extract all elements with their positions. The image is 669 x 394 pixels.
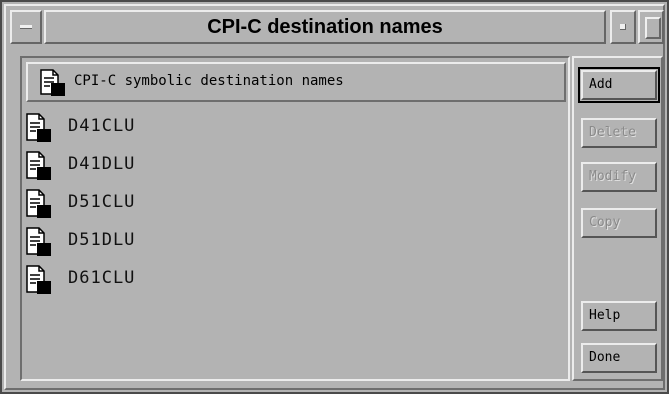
destination-list-pane: CPI-C symbolic destination names D41CLU [20, 56, 570, 381]
list-item[interactable]: D41DLU [22, 146, 568, 184]
document-icon [24, 112, 54, 144]
dialog-window: CPI-C destination names CPI-C symbolic d… [0, 0, 669, 394]
list-item-label: D61CLU [68, 268, 136, 288]
list-item-label: D51DLU [68, 230, 136, 250]
maximize-button[interactable] [638, 10, 664, 44]
list-header-label: CPI-C symbolic destination names [74, 73, 344, 89]
list-item-label: D51CLU [68, 192, 136, 212]
document-icon [38, 68, 68, 98]
list-header[interactable]: CPI-C symbolic destination names [26, 62, 566, 102]
document-icon [24, 188, 54, 220]
done-button[interactable]: Done [581, 343, 657, 373]
list-item[interactable]: D61CLU [22, 260, 568, 298]
document-icon [24, 264, 54, 296]
document-icon [24, 226, 54, 258]
maximize-icon [645, 17, 661, 39]
window-title[interactable]: CPI-C destination names [44, 10, 606, 44]
window-menu-icon [20, 25, 32, 29]
list-item[interactable]: D51DLU [22, 222, 568, 260]
minimize-icon [620, 24, 626, 30]
action-buttons-panel: Add Delete Modify Copy Help Done [572, 56, 663, 381]
window-menu-button[interactable] [10, 10, 42, 44]
list-item-label: D41DLU [68, 154, 136, 174]
help-button[interactable]: Help [581, 301, 657, 331]
title-bar: CPI-C destination names [8, 10, 665, 46]
list-item-label: D41CLU [68, 116, 136, 136]
document-icon [24, 150, 54, 182]
copy-button[interactable]: Copy [581, 208, 657, 238]
modify-button[interactable]: Modify [581, 162, 657, 192]
destination-list: D41CLU D41DLU D51CLU D51DLU D61CLU [22, 108, 568, 298]
delete-button[interactable]: Delete [581, 118, 657, 148]
list-item[interactable]: D41CLU [22, 108, 568, 146]
list-item[interactable]: D51CLU [22, 184, 568, 222]
minimize-button[interactable] [610, 10, 636, 44]
add-button[interactable]: Add [578, 67, 660, 103]
